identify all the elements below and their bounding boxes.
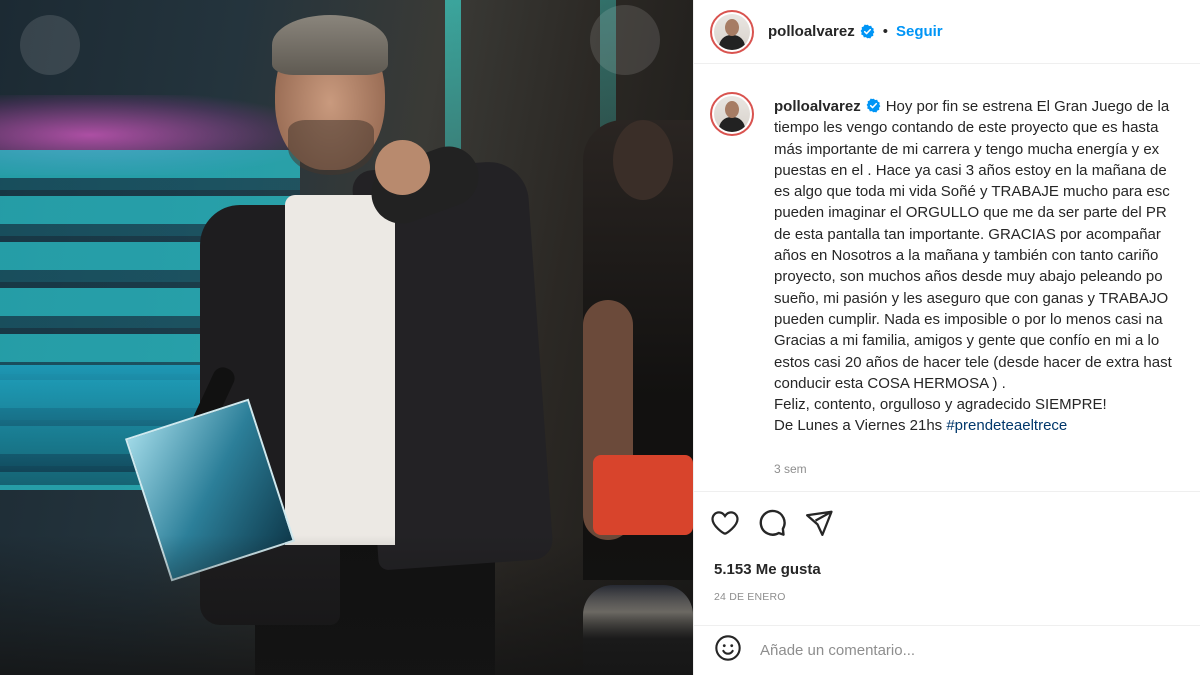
bokeh-light bbox=[590, 5, 660, 75]
caption-line-text: Hoy por fin se estrena El Gran Juego de … bbox=[885, 98, 1170, 115]
hair bbox=[272, 15, 388, 75]
caption-line: sueño, mi pasión y les aseguro que con g… bbox=[774, 289, 1169, 307]
caption-line: Gracias a mi familia, amigos y gente que… bbox=[774, 332, 1160, 350]
header-username[interactable]: polloalvarez bbox=[768, 23, 855, 40]
share-icon[interactable] bbox=[804, 508, 834, 538]
separator-dot: • bbox=[882, 23, 888, 40]
post-photo[interactable] bbox=[0, 0, 693, 675]
caption-line: más importante de mi carrera y tengo muc… bbox=[774, 140, 1160, 158]
caption-line: Feliz, contento, orgulloso y agradecido … bbox=[774, 396, 1107, 414]
caption-line: polloalvarez Hoy por fin se estrena El Gr… bbox=[774, 96, 1200, 117]
caption-line: es algo que toda mi vida Soñé y TRABAJE … bbox=[774, 183, 1170, 201]
avatar-head bbox=[725, 101, 739, 118]
caption-line: conducir esta COSA HERMOSA ) . bbox=[774, 374, 1006, 392]
caption-line: puestas en el . Hace ya casi 3 años esto… bbox=[774, 161, 1167, 179]
emoji-icon[interactable] bbox=[714, 634, 742, 667]
comment-input[interactable] bbox=[760, 642, 1160, 659]
caption-line: proyecto, son muchos años desde muy abaj… bbox=[774, 268, 1163, 286]
caption-line: años en Nosotros a la mañana y también c… bbox=[774, 247, 1159, 265]
verified-badge-icon bbox=[866, 98, 881, 113]
caption-avatar[interactable] bbox=[710, 92, 754, 136]
follow-button[interactable]: Seguir bbox=[896, 23, 943, 40]
caption-username[interactable]: polloalvarez bbox=[774, 98, 861, 115]
caption-line: pueden imaginar el ORGULLO que me da ser… bbox=[774, 204, 1167, 222]
time-ago[interactable]: 3 sem bbox=[774, 462, 807, 476]
post-side-panel: polloalvarez • Seguir polloalvarez Hoy po… bbox=[693, 0, 1200, 675]
action-bar bbox=[710, 508, 834, 538]
avatar-body bbox=[719, 117, 745, 132]
hashtag-link[interactable]: #prendeteaeltrece bbox=[946, 417, 1067, 434]
avatar[interactable] bbox=[710, 9, 754, 54]
likes-count[interactable]: 5.153 Me gusta bbox=[714, 561, 821, 578]
caption-line: estos casi 20 años de hacer tele (desde … bbox=[774, 353, 1172, 371]
comment-icon[interactable] bbox=[757, 508, 787, 538]
background-person-head bbox=[613, 120, 673, 200]
caption-line: de esta pantalla tan importante. GRACIAS… bbox=[774, 225, 1161, 243]
background-person-shorts bbox=[593, 455, 693, 535]
caption-line: pueden cumplir. Nada es imposible o por … bbox=[774, 310, 1163, 328]
avatar-image bbox=[714, 13, 750, 50]
avatar-image bbox=[714, 96, 750, 132]
caption-area: polloalvarez Hoy por fin se estrena El Gr… bbox=[694, 64, 1200, 492]
bokeh-light bbox=[20, 15, 80, 75]
caption-avatar-row bbox=[710, 92, 754, 136]
comment-bar bbox=[694, 625, 1200, 675]
avatar-head bbox=[725, 18, 739, 36]
caption-text: polloalvarez Hoy por fin se estrena El Gr… bbox=[774, 96, 1200, 437]
stage-floor bbox=[0, 535, 693, 675]
avatar-body bbox=[719, 34, 745, 50]
pointing-hand bbox=[375, 140, 430, 195]
post-header: polloalvarez • Seguir bbox=[694, 0, 1200, 64]
verified-badge-icon bbox=[860, 24, 875, 39]
caption-line: tiempo les vengo contando de este proyec… bbox=[774, 119, 1159, 137]
beard bbox=[288, 120, 374, 175]
caption-line-text: De Lunes a Viernes 21hs bbox=[774, 417, 947, 435]
shirt bbox=[285, 195, 395, 545]
heart-icon[interactable] bbox=[710, 508, 740, 538]
post-date: 24 DE ENERO bbox=[714, 591, 786, 603]
caption-line: De Lunes a Viernes 21hs #prendeteaeltrec… bbox=[774, 415, 1200, 436]
